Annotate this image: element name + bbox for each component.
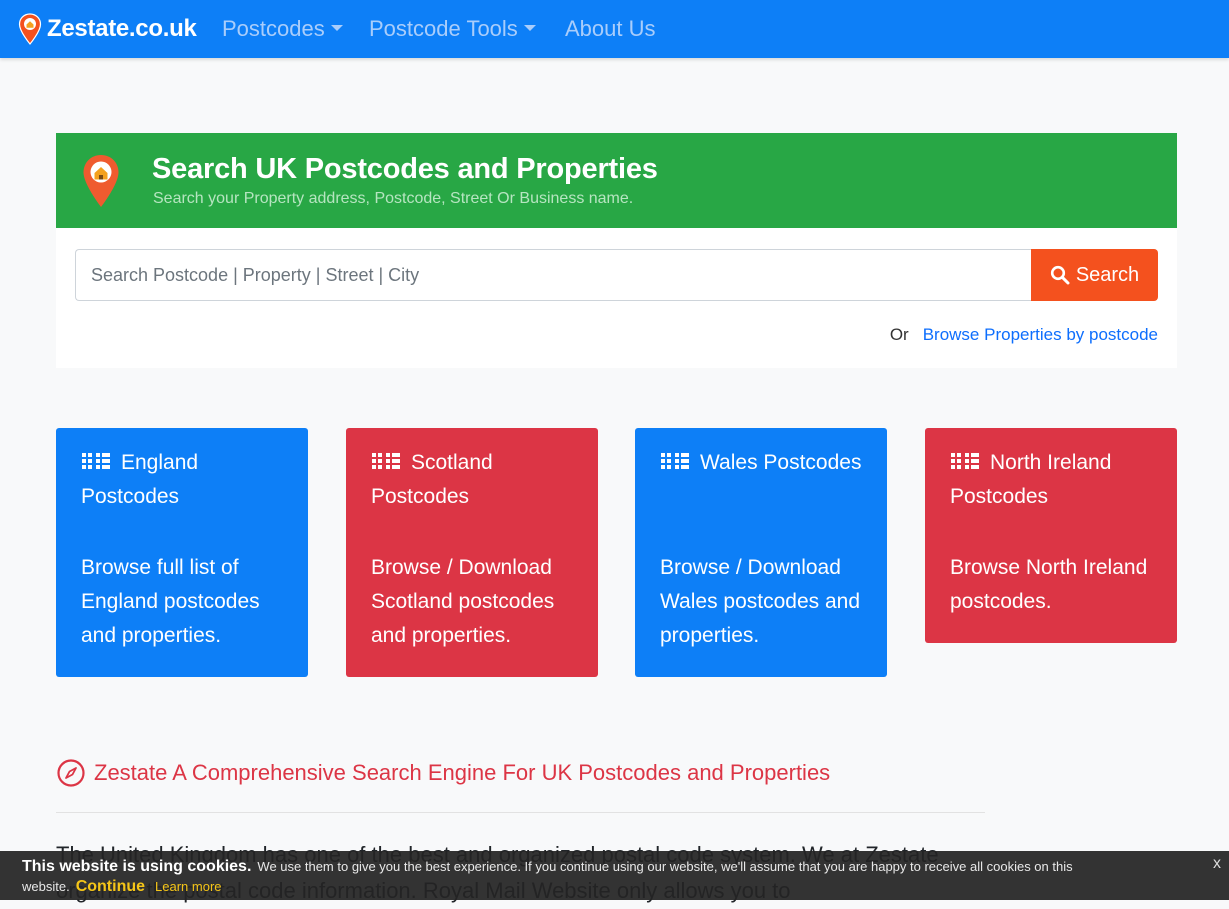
brand-name: Zestate.co.uk bbox=[47, 15, 197, 42]
card-title: England Postcodes bbox=[81, 446, 296, 514]
chevron-down-icon bbox=[330, 25, 343, 32]
cookie-learn-more-link[interactable]: Learn more bbox=[155, 879, 221, 894]
card-wales[interactable]: Wales Postcodes Browse / Download Wales … bbox=[635, 428, 887, 677]
grid-dots-icon bbox=[372, 453, 400, 469]
browse-properties-link[interactable]: Browse Properties by postcode bbox=[923, 325, 1158, 344]
search-button[interactable]: Search bbox=[1031, 249, 1158, 301]
navbar: Zestate.co.uk Postcodes Postcode Tools A… bbox=[0, 0, 1229, 58]
grid-dots-icon bbox=[951, 453, 979, 469]
or-text: Or bbox=[889, 325, 909, 344]
hero-subtitle: Search your Property address, Postcode, … bbox=[153, 190, 634, 207]
map-pin-home-icon bbox=[83, 155, 119, 207]
card-north-ireland[interactable]: North Ireland Postcodes Browse North Ire… bbox=[925, 428, 1177, 643]
grid-dots-icon bbox=[82, 453, 110, 469]
search-icon bbox=[1050, 265, 1070, 285]
hero-banner: Search UK Postcodes and Properties Searc… bbox=[56, 133, 1177, 228]
nav-postcode-tools-label: Postcode Tools bbox=[369, 16, 518, 41]
chevron-down-icon bbox=[523, 25, 536, 32]
card-description: Browse / Download Wales postcodes and pr… bbox=[660, 556, 861, 647]
cookie-banner: This website is using cookies. We use the… bbox=[0, 851, 1229, 900]
nav-about-us[interactable]: About Us bbox=[565, 16, 656, 42]
divider bbox=[56, 812, 985, 813]
cookie-continue-button[interactable]: Continue bbox=[76, 878, 145, 895]
nav-postcodes-dropdown[interactable]: Postcodes bbox=[222, 16, 343, 42]
search-panel: Search Or Browse Properties by postcode bbox=[56, 228, 1177, 368]
cookie-message-end: website. bbox=[22, 879, 70, 894]
browse-line: Or Browse Properties by postcode bbox=[890, 325, 1158, 345]
search-button-label: Search bbox=[1075, 263, 1140, 286]
card-title: Scotland Postcodes bbox=[371, 446, 586, 514]
cookie-heading: This website is using cookies. bbox=[22, 858, 252, 875]
nav-about-us-label: About Us bbox=[565, 16, 656, 41]
card-title: Wales Postcodes bbox=[660, 446, 875, 480]
grid-dots-icon bbox=[661, 453, 689, 469]
nav-postcode-tools-dropdown[interactable]: Postcode Tools bbox=[369, 16, 536, 42]
card-england[interactable]: England Postcodes Browse full list of En… bbox=[56, 428, 308, 677]
hero-title: Search UK Postcodes and Properties bbox=[152, 153, 658, 185]
section-heading: Zestate A Comprehensive Search Engine Fo… bbox=[56, 758, 830, 788]
section-title: Zestate A Comprehensive Search Engine Fo… bbox=[94, 760, 831, 785]
card-description: Browse / Download Scotland postcodes and… bbox=[371, 556, 555, 647]
compass-icon bbox=[57, 759, 85, 787]
card-scotland[interactable]: Scotland Postcodes Browse / Download Sco… bbox=[346, 428, 598, 677]
cookie-actions-line: website. Continue Learn more bbox=[22, 878, 222, 896]
card-description: Browse North Ireland postcodes. bbox=[950, 556, 1148, 613]
brand-link[interactable]: Zestate.co.uk bbox=[18, 12, 197, 46]
cookie-message: We use them to give you the best experie… bbox=[257, 859, 1073, 874]
cookie-message-line: This website is using cookies. We use the… bbox=[22, 858, 1073, 876]
card-description: Browse full list of England postcodes an… bbox=[81, 556, 260, 647]
map-pin-home-icon bbox=[18, 13, 42, 45]
card-title-text: Wales Postcodes bbox=[700, 451, 862, 474]
search-input[interactable] bbox=[75, 249, 1031, 301]
nav-postcodes-label: Postcodes bbox=[222, 16, 325, 41]
card-title: North Ireland Postcodes bbox=[950, 446, 1165, 514]
close-icon[interactable]: x bbox=[1213, 855, 1221, 873]
